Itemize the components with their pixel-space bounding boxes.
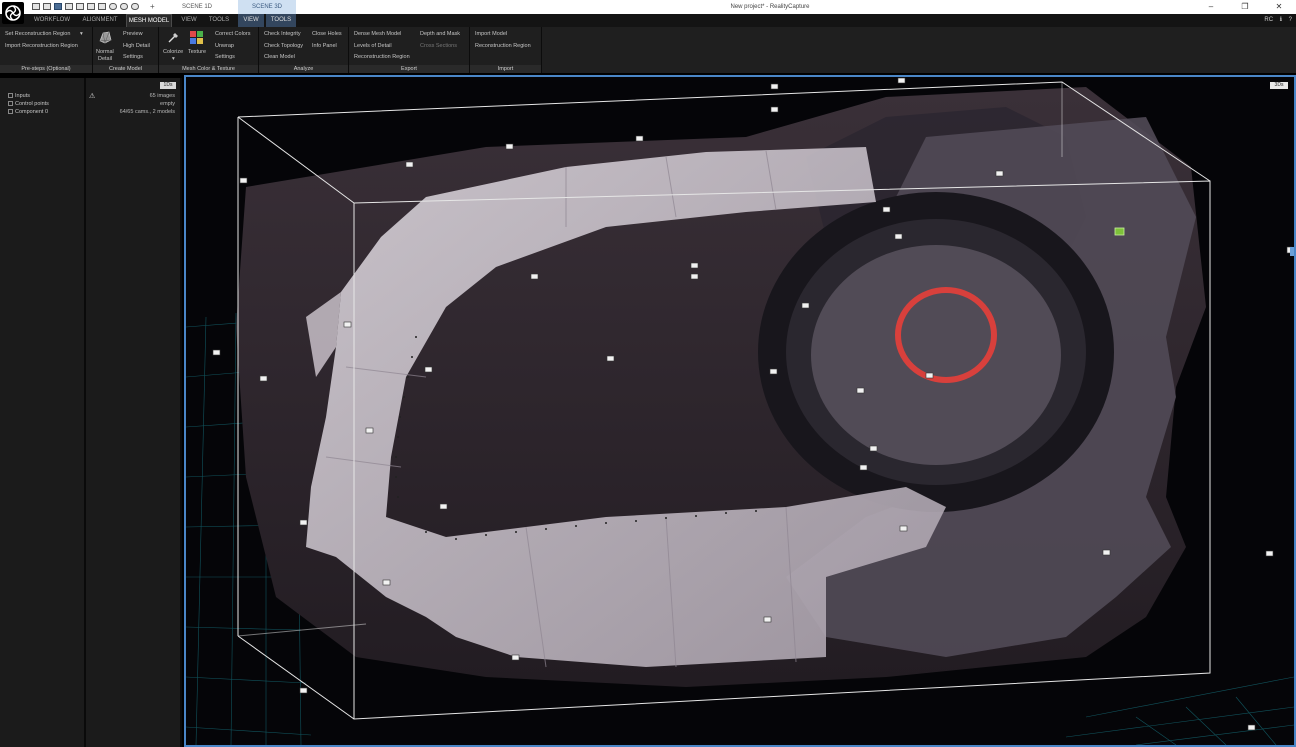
expand-icon[interactable]	[8, 93, 13, 98]
close-button[interactable]: ✕	[1262, 0, 1296, 14]
tree-item-value: 65 images	[149, 93, 175, 99]
menu-tools[interactable]: TOOLS	[205, 14, 233, 27]
export-cross-sections-button[interactable]: Cross Sections	[420, 43, 457, 49]
menu-mesh-model[interactable]: MESH MODEL	[126, 14, 172, 27]
check-integrity-button[interactable]: Check Integrity	[264, 31, 301, 37]
tree-item-component-0[interactable]: Component 0	[8, 109, 48, 115]
menu-scene-view[interactable]: VIEW	[238, 14, 264, 27]
close-holes-button[interactable]: Close Holes	[312, 31, 342, 37]
ribbon-toolbar: Set Reconstruction Region ▾ Import Recon…	[0, 27, 1296, 73]
tab-scene-1d[interactable]: SCENE 1D	[156, 0, 238, 14]
menu-alignment[interactable]: ALIGNMENT	[78, 14, 122, 27]
group-label-analyze: Analyze	[259, 65, 348, 73]
tree-item-value: 64/65 cams., 2 models	[119, 109, 175, 115]
tree-item-label: Inputs	[15, 93, 30, 99]
realitycapture-window: + SCENE 1D SCENE 3D New project* - Reali…	[0, 0, 1296, 747]
import-reconstruction-region-ribbon-button[interactable]: Reconstruction Region	[475, 43, 531, 49]
group-label-export: Export	[349, 65, 469, 73]
warning-icon: ⚠	[89, 93, 96, 100]
colorize-button[interactable]: Colorize	[163, 49, 183, 55]
scene-3d-viewport[interactable]: 3Ds	[184, 75, 1296, 747]
menu-view[interactable]: VIEW	[176, 14, 202, 27]
tab-scene-3d[interactable]: SCENE 3D	[238, 0, 296, 14]
expand-icon[interactable]	[8, 101, 13, 106]
menu-workflow[interactable]: WORKFLOW	[30, 14, 74, 27]
expand-icon[interactable]	[8, 109, 13, 114]
import-model-button[interactable]: Import Model	[475, 31, 507, 37]
layout-7-icon[interactable]	[98, 3, 106, 10]
export-depth-mask-button[interactable]: Depth and Mask	[420, 31, 460, 37]
view-3ds-button[interactable]: 3Ds	[1270, 82, 1288, 89]
undo-icon[interactable]	[109, 3, 117, 10]
redo-icon[interactable]	[120, 3, 128, 10]
window-title: New project* - RealityCapture	[730, 4, 810, 10]
view-1ds-button[interactable]: 1Ds	[160, 82, 176, 89]
menu-bar: WORKFLOW ALIGNMENT MESH MODEL VIEW TOOLS…	[0, 14, 1296, 27]
maximize-button[interactable]: ❐	[1228, 0, 1262, 14]
scene-1d-panel: 1Ds ⚠ Inputs 65 images Control points em…	[0, 78, 182, 747]
tree-item-label: Control points	[15, 101, 49, 107]
export-dense-mesh-button[interactable]: Dense Mesh Model	[354, 31, 401, 37]
group-label-import: Import	[470, 65, 541, 73]
texture-button[interactable]: Texture	[188, 49, 206, 55]
column-splitter[interactable]	[84, 78, 86, 747]
settings-icon[interactable]	[131, 3, 139, 10]
app-logo-icon[interactable]	[2, 2, 24, 24]
set-reconstruction-region-button[interactable]: Set Reconstruction Region	[5, 31, 70, 37]
create-model-settings-button[interactable]: Settings	[123, 54, 143, 60]
tree-item-value: empty	[160, 101, 175, 107]
panel-expand-handle[interactable]	[1290, 247, 1294, 256]
minimize-button[interactable]: –	[1194, 0, 1228, 14]
group-label-color-texture: Mesh Color & Texture	[159, 65, 258, 73]
tree-item-inputs[interactable]: Inputs	[8, 93, 30, 99]
layout-6-icon[interactable]	[87, 3, 95, 10]
group-analyze: Check Integrity Check Topology Clean Mod…	[259, 27, 349, 73]
add-scene-tab-button[interactable]: +	[150, 2, 155, 11]
colorize-icon[interactable]	[167, 31, 180, 44]
tree-item-control-points[interactable]: Control points	[8, 101, 49, 107]
unwrap-button[interactable]: Unwrap	[215, 43, 234, 49]
layout-4-icon[interactable]	[65, 3, 73, 10]
layout-2-icon[interactable]	[43, 3, 51, 10]
colorize-dropdown-icon[interactable]: ▾	[172, 56, 175, 62]
export-levels-of-detail-button[interactable]: Levels of Detail	[354, 43, 392, 49]
help-icon[interactable]: ?	[1289, 17, 1292, 23]
layout-3-icon[interactable]	[54, 3, 62, 10]
chevron-down-icon[interactable]: ▾	[80, 31, 83, 37]
normal-detail-label-2[interactable]: Detail	[98, 56, 112, 62]
clean-model-button[interactable]: Clean Model	[264, 54, 295, 60]
check-topology-button[interactable]: Check Topology	[264, 43, 303, 49]
menu-scene-tools[interactable]: TOOLS	[266, 14, 296, 27]
group-export: Dense Mesh Model Levels of Detail Recons…	[349, 27, 470, 73]
title-bar: + SCENE 1D SCENE 3D New project* - Reali…	[0, 0, 1296, 14]
export-reconstruction-region-button[interactable]: Reconstruction Region	[354, 54, 410, 60]
group-create-model: Normal Detail Preview High Detail Settin…	[93, 27, 159, 73]
preview-button[interactable]: Preview	[123, 31, 143, 37]
info-icon[interactable]: ℹ	[1280, 17, 1282, 23]
high-detail-button[interactable]: High Detail	[123, 43, 150, 49]
group-label-create-model: Create Model	[93, 65, 158, 73]
menu-right-controls: RC ℹ ?	[1259, 14, 1292, 27]
mesh-model-icon[interactable]	[99, 31, 112, 44]
layout-5-icon[interactable]	[76, 3, 84, 10]
normal-detail-label-1[interactable]: Normal	[96, 49, 114, 55]
scene-3d-canvas[interactable]	[186, 77, 1294, 745]
import-reconstruction-region-button[interactable]: Import Reconstruction Region	[5, 43, 78, 49]
group-import: Import Model Reconstruction Region Impor…	[470, 27, 542, 73]
user-badge[interactable]: RC	[1264, 17, 1273, 23]
group-presteps: Set Reconstruction Region ▾ Import Recon…	[0, 27, 93, 73]
texture-icon[interactable]	[190, 31, 203, 44]
tree-item-label: Component 0	[15, 109, 49, 115]
correct-colors-button[interactable]: Correct Colors	[215, 31, 250, 37]
selected-camera-icon[interactable]	[1114, 227, 1125, 236]
info-panel-button[interactable]: Info Panel	[312, 43, 337, 49]
texture-settings-button[interactable]: Settings	[215, 54, 235, 60]
wheel-hub	[811, 245, 1061, 465]
group-mesh-color-texture: Colorize ▾ Texture Correct Colors Unwrap…	[159, 27, 259, 73]
group-label-presteps: Pre-steps (Optional)	[0, 65, 92, 73]
layout-1-icon[interactable]	[32, 3, 40, 10]
window-controls: – ❐ ✕	[1194, 0, 1296, 14]
